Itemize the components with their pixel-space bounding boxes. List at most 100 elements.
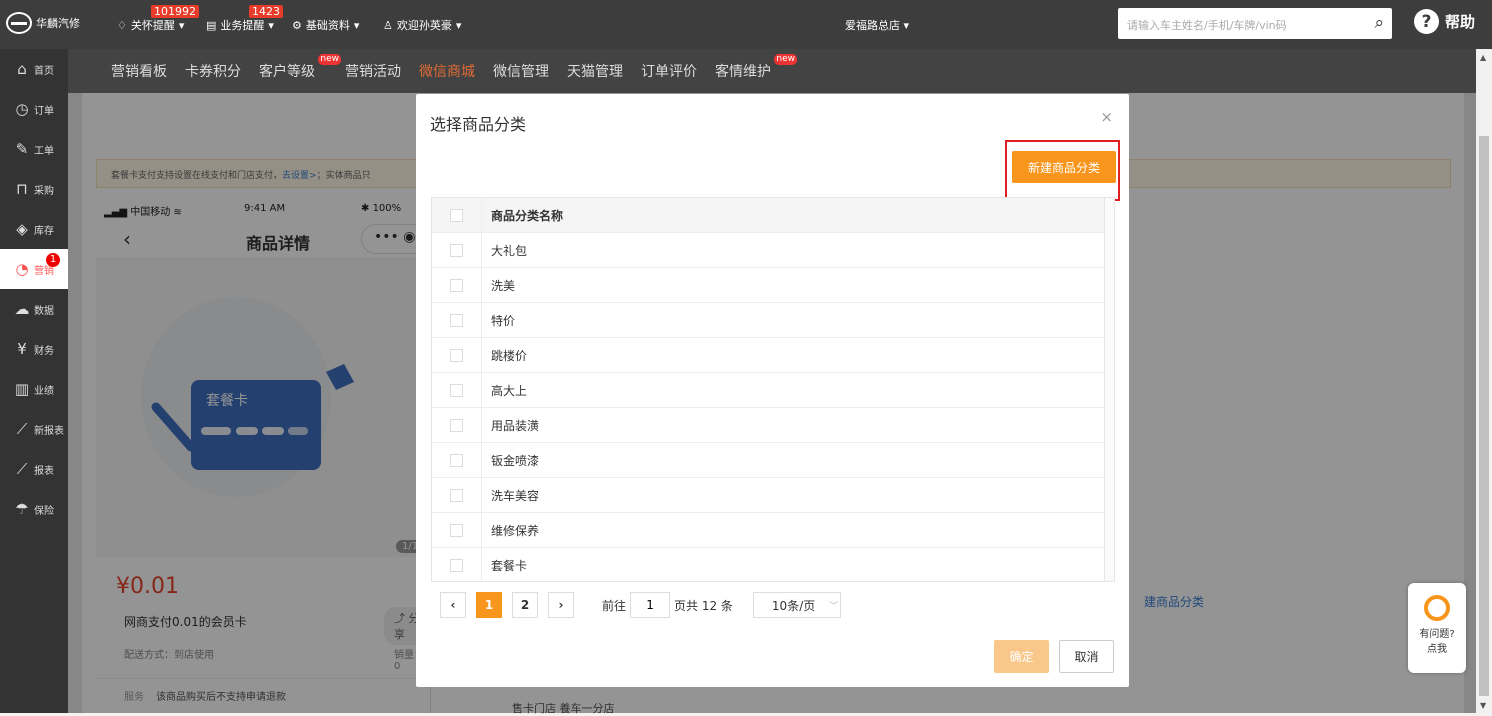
scrollbar-thumb[interactable] — [1479, 136, 1489, 696]
dialog-title: 选择商品分类 — [430, 115, 527, 134]
row-checkbox[interactable] — [450, 523, 463, 537]
business-reminder-menu[interactable]: ▤ 业务提醒 ▾ 1423 — [206, 5, 283, 33]
cloud-icon: ☁ — [14, 300, 30, 318]
brand-logo[interactable]: 华麟汽修 — [6, 12, 80, 34]
row-checkbox[interactable] — [450, 418, 463, 432]
category-name: 维修保养 — [491, 523, 540, 538]
tab-3[interactable]: 营销活动 — [345, 61, 401, 81]
car-logo-icon — [6, 12, 32, 34]
row-checkbox[interactable] — [450, 453, 463, 467]
tab-7[interactable]: 订单评价 — [641, 61, 697, 81]
confirm-button[interactable]: 确定 — [994, 640, 1049, 673]
tab-label: 客户等级 — [259, 64, 315, 80]
sidebar-item-label: 财务 — [34, 345, 54, 357]
tab-0[interactable]: 营销看板 — [111, 61, 167, 81]
sidebar-item-9[interactable]: ⟋ 新报表 — [0, 409, 68, 449]
table-row[interactable]: 大礼包 — [432, 232, 1105, 268]
goto-page-input[interactable] — [630, 592, 671, 618]
chevron-down-icon: ▾ — [178, 18, 185, 32]
sidebar-item-8[interactable]: ▥ 业绩 — [0, 369, 68, 409]
sidebar-item-1[interactable]: ◷ 订单 — [0, 89, 68, 129]
total-label: 页共 12 条 — [674, 598, 733, 613]
page-scrollbar[interactable]: ▲ ▼ — [1476, 49, 1492, 713]
sidebar-item-10[interactable]: ⟋ 报表 — [0, 449, 68, 489]
next-page-button[interactable]: › — [548, 592, 574, 618]
user-menu[interactable]: ♙ 欢迎孙英豪 ▾ — [383, 17, 461, 33]
table-row[interactable]: 套餐卡 — [432, 547, 1105, 581]
tab-label: 营销看板 — [111, 64, 167, 80]
bar-chart-icon: ▥ — [14, 380, 30, 398]
business-reminder-badge: 1423 — [249, 5, 283, 18]
search-box[interactable]: 请输入车主姓名/手机/车牌/vin码 ⌕ — [1118, 8, 1392, 39]
row-checkbox[interactable] — [450, 558, 463, 572]
tab-2[interactable]: 客户等级 new — [259, 54, 341, 81]
sidebar-item-4[interactable]: ◈ 库存 — [0, 209, 68, 249]
search-icon[interactable]: ⌕ — [1374, 13, 1384, 33]
order-icon: ◷ — [15, 100, 29, 118]
chat-widget[interactable]: 有问题? 点我 — [1408, 583, 1466, 673]
care-reminder-menu[interactable]: ♢ 关怀提醒 ▾ 101992 — [117, 5, 199, 33]
page-size-select[interactable]: 10条/页 ﹀ — [752, 592, 841, 618]
page-2-button[interactable]: 2 — [512, 592, 538, 618]
business-reminder-label: 业务提醒 — [220, 19, 265, 32]
table-row[interactable]: 洗美 — [432, 267, 1105, 303]
prev-page-button[interactable]: ‹ — [440, 592, 466, 618]
yen-icon: ¥ — [17, 340, 27, 358]
notification-badge: 1 — [46, 253, 60, 267]
sidebar-item-label: 订单 — [34, 105, 54, 117]
row-checkbox[interactable] — [450, 243, 463, 257]
table-body: 大礼包 洗美 特价 跳楼价 高大上 用品装潢 钣金喷漆 洗车美容维修保养套餐卡 — [432, 232, 1114, 581]
cart-icon: ⊓ — [16, 180, 28, 198]
table-row[interactable]: 特价 — [432, 302, 1105, 338]
tab-5[interactable]: 微信管理 — [493, 61, 549, 81]
table-row[interactable]: 跳楼价 — [432, 337, 1105, 373]
table-row[interactable]: 钣金喷漆 — [432, 442, 1105, 478]
tab-label: 微信管理 — [493, 64, 549, 80]
table-row[interactable]: 用品装潢 — [432, 407, 1105, 443]
user-greeting: 欢迎孙英豪 — [396, 19, 452, 32]
sidebar-item-11[interactable]: ☂ 保险 — [0, 489, 68, 529]
table-scrollbar[interactable] — [1104, 198, 1114, 581]
tab-1[interactable]: 卡券积分 — [185, 61, 241, 81]
document-icon: ▤ — [206, 18, 217, 32]
category-table: 商品分类名称 大礼包 洗美 特价 跳楼价 高大上 用品装潢 钣金喷漆 洗车美容 维修保养 套餐卡 — [431, 197, 1115, 582]
help-button[interactable]: ? 帮助 — [1414, 9, 1475, 34]
tab-label: 微信商城 — [419, 64, 475, 80]
page-1-button[interactable]: 1 — [476, 592, 502, 618]
tab-6[interactable]: 天猫管理 — [567, 61, 623, 81]
tab-8[interactable]: 客情维护 new — [715, 54, 797, 81]
cancel-button[interactable]: 取消 — [1059, 640, 1114, 673]
basic-data-menu[interactable]: ⚙ 基础资料 ▾ — [292, 17, 359, 33]
user-icon: ♙ — [383, 18, 393, 32]
row-checkbox[interactable] — [450, 488, 463, 502]
row-checkbox[interactable] — [450, 348, 463, 362]
search-input[interactable]: 请输入车主姓名/手机/车牌/vin码 — [1127, 17, 1287, 33]
help-label: 帮助 — [1445, 13, 1476, 31]
table-row[interactable]: 维修保养 — [432, 512, 1105, 548]
pie-icon: ◔ — [15, 260, 29, 278]
sidebar-item-5[interactable]: ◔ 营销 1 — [0, 249, 68, 289]
store-selector[interactable]: 爱福路总店 ▾ — [845, 17, 909, 33]
scroll-down-icon[interactable]: ▼ — [1480, 701, 1486, 710]
row-checkbox[interactable] — [450, 278, 463, 292]
sidebar-item-3[interactable]: ⊓ 采购 — [0, 169, 68, 209]
new-category-button[interactable]: 新建商品分类 — [1012, 151, 1116, 183]
close-icon[interactable]: × — [1100, 108, 1113, 126]
umbrella-icon: ☂ — [15, 500, 29, 518]
tab-4[interactable]: 微信商城 — [419, 61, 475, 81]
table-row[interactable]: 洗车美容 — [432, 477, 1105, 513]
line-chart-icon: ⟋ — [16, 460, 28, 478]
row-checkbox[interactable] — [450, 383, 463, 397]
table-row[interactable]: 高大上 — [432, 372, 1105, 408]
top-bar: 华麟汽修 ♢ 关怀提醒 ▾ 101992 ▤ 业务提醒 ▾ 1423 ⚙ 基础资料 ▾… — [0, 0, 1492, 49]
row-checkbox[interactable] — [450, 313, 463, 327]
tab-label: 订单评价 — [641, 64, 697, 80]
sidebar-item-2[interactable]: ✎ 工单 — [0, 129, 68, 169]
sidebar-item-7[interactable]: ¥ 财务 — [0, 329, 68, 369]
care-reminder-badge: 101992 — [151, 5, 199, 18]
sidebar-item-6[interactable]: ☁ 数据 — [0, 289, 68, 329]
select-all-checkbox[interactable] — [450, 208, 463, 222]
tab-label: 营销活动 — [345, 64, 401, 80]
sidebar-item-0[interactable]: ⌂ 首页 — [0, 49, 68, 89]
scroll-up-icon[interactable]: ▲ — [1480, 53, 1486, 62]
